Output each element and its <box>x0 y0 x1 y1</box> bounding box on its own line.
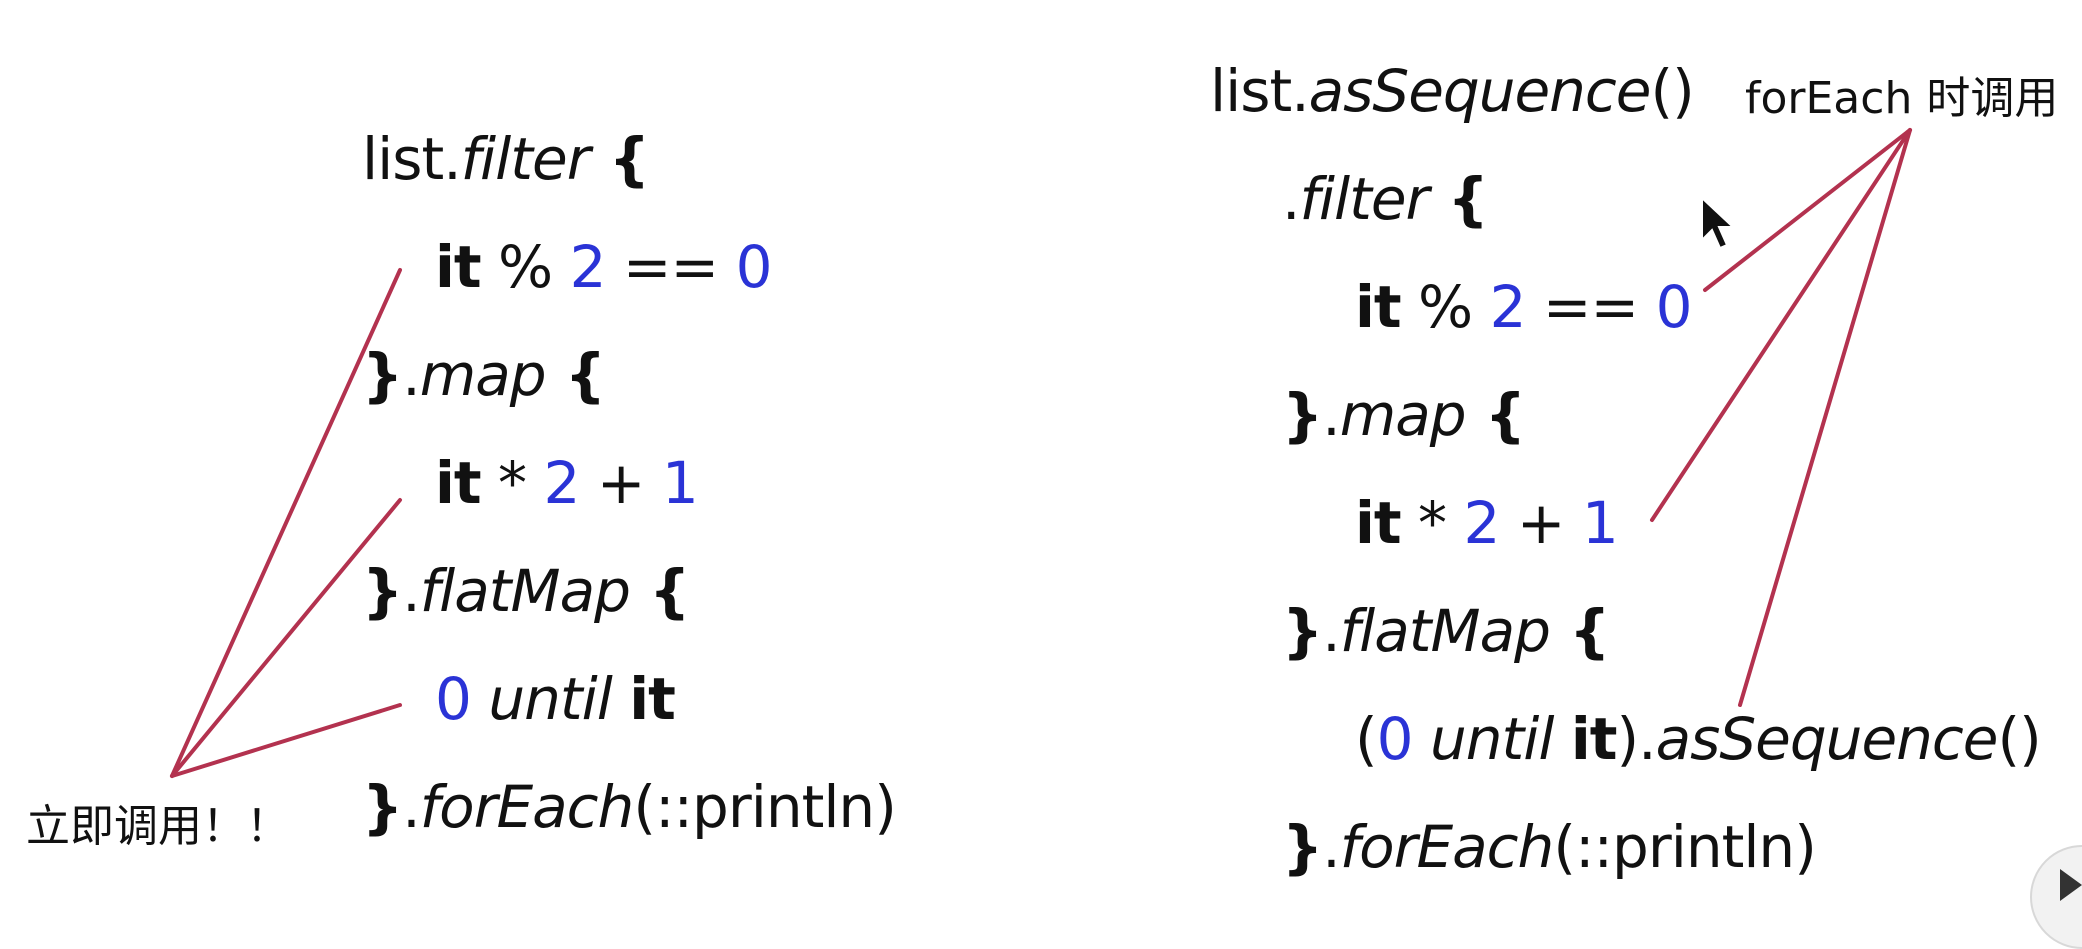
code-number: 1 <box>1581 489 1619 557</box>
code-function: filter <box>460 125 591 193</box>
code-function: forEach <box>1339 813 1555 881</box>
code-number: 0 <box>435 665 472 733</box>
code-keyword: it <box>1355 489 1402 557</box>
code-dot: . <box>1322 597 1340 665</box>
code-function: forEach <box>419 773 635 841</box>
left-code-line-6: 0 until it <box>435 664 676 734</box>
right-line-flatmap <box>1738 128 1912 707</box>
code-operator: * <box>1400 489 1464 557</box>
code-dot: . <box>1322 813 1340 881</box>
code-brace: { <box>1465 381 1526 449</box>
code-function: asSequence <box>1655 705 1999 773</box>
code-number: 2 <box>543 449 580 517</box>
code-keyword: it <box>1570 705 1618 773</box>
mouse-cursor-icon <box>1700 195 1740 254</box>
code-args: (::println) <box>633 773 896 841</box>
code-brace: { <box>545 341 606 409</box>
right-code-line-2: .filter { <box>1282 164 1489 234</box>
code-receiver: list. <box>362 125 462 193</box>
code-brace: { <box>589 125 650 193</box>
code-brace: } <box>362 341 403 409</box>
code-function: asSequence <box>1308 57 1652 125</box>
code-function: flatMap <box>1339 597 1551 665</box>
code-args: () <box>1997 705 2041 773</box>
code-dot: . <box>402 341 420 409</box>
code-dot: . <box>402 773 420 841</box>
code-keyword: it <box>629 665 676 733</box>
code-function: map <box>1339 381 1467 449</box>
left-line-flatmap <box>170 703 402 778</box>
code-dot: . <box>402 557 420 625</box>
code-number: 0 <box>1655 273 1693 341</box>
code-args: (::println) <box>1553 813 1816 881</box>
right-code-line-7: (0 until it).asSequence() <box>1355 704 2042 774</box>
right-code-line-6: }.flatMap { <box>1282 596 1610 666</box>
code-number: 2 <box>1463 489 1500 557</box>
code-paren: ). <box>1616 705 1657 773</box>
play-icon <box>2060 869 2082 901</box>
code-function: until <box>470 665 630 733</box>
left-code-line-7: }.forEach(::println) <box>362 772 897 842</box>
code-operator: == <box>605 233 736 301</box>
right-annotation-note: forEach 时调用 <box>1745 73 2059 124</box>
left-code-line-4: it * 2 + 1 <box>435 448 699 518</box>
code-operator: + <box>579 449 662 517</box>
code-number: 1 <box>661 449 699 517</box>
left-code-line-5: }.flatMap { <box>362 556 690 626</box>
right-code-line-1: list.asSequence() <box>1210 56 1695 126</box>
left-code-line-2: it % 2 == 0 <box>435 232 773 302</box>
code-paren: ( <box>1355 705 1378 773</box>
left-code-line-3: }.map { <box>362 340 606 410</box>
code-receiver: list. <box>1210 57 1310 125</box>
code-function: filter <box>1299 165 1429 233</box>
code-dot: . <box>1322 381 1340 449</box>
code-brace: } <box>1282 597 1323 665</box>
code-dot: . <box>1282 165 1300 233</box>
right-code-line-4: }.map { <box>1282 380 1526 450</box>
code-number: 2 <box>1489 273 1527 341</box>
right-code-line-8: }.forEach(::println) <box>1282 812 1817 882</box>
left-line-map <box>170 498 402 778</box>
code-keyword: it <box>1355 273 1402 341</box>
left-code-line-1: list.filter { <box>362 124 650 194</box>
code-brace: } <box>362 773 403 841</box>
code-keyword: it <box>435 233 482 301</box>
code-args: () <box>1650 57 1694 125</box>
code-operator: % <box>1400 273 1490 341</box>
code-brace: { <box>1428 165 1489 233</box>
code-brace: } <box>1282 381 1323 449</box>
right-code-line-3: it % 2 == 0 <box>1355 272 1693 342</box>
code-number: 0 <box>1376 705 1414 773</box>
left-annotation-note: 立即调用！！ <box>26 801 290 852</box>
code-function: until <box>1412 705 1571 773</box>
code-operator: + <box>1499 489 1582 557</box>
code-operator: == <box>1525 273 1656 341</box>
code-keyword: it <box>435 449 482 517</box>
code-function: map <box>419 341 547 409</box>
code-function: flatMap <box>419 557 631 625</box>
code-number: 2 <box>569 233 607 301</box>
code-number: 0 <box>735 233 773 301</box>
code-brace: } <box>362 557 403 625</box>
code-brace: { <box>1549 597 1610 665</box>
code-brace: { <box>629 557 690 625</box>
code-operator: * <box>480 449 544 517</box>
code-operator: % <box>480 233 570 301</box>
code-brace: } <box>1282 813 1323 881</box>
right-code-line-5: it * 2 + 1 <box>1355 488 1619 558</box>
